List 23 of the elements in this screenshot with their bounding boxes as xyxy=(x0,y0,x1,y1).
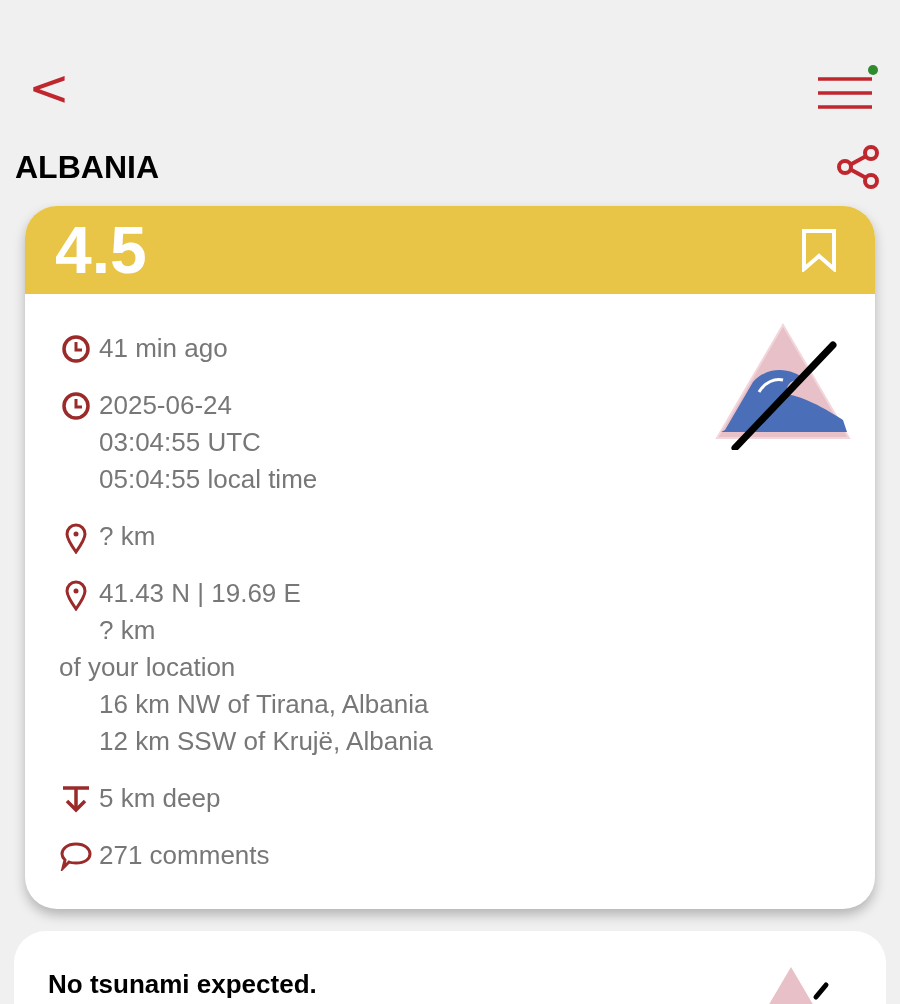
tsunami-message: No tsunami expected. xyxy=(48,969,317,1001)
detail-text: ? km xyxy=(99,520,156,553)
location-pin-icon xyxy=(64,522,88,554)
detail-text: 41 min ago xyxy=(99,332,228,365)
detail-text: 05:04:55 local time xyxy=(99,463,318,496)
detail-text: 03:04:55 UTC xyxy=(99,426,262,459)
location-pin-icon xyxy=(64,579,88,611)
detail-text: 41.43 N | 19.69 E xyxy=(99,577,301,610)
detail-text: 5 km deep xyxy=(99,782,221,815)
magnitude: 4.5 xyxy=(55,212,147,288)
detail-text: 2025-06-24 xyxy=(99,389,233,422)
detail-text: 12 km SSW of Krujë, Albania xyxy=(99,725,433,758)
share-icon[interactable] xyxy=(836,145,880,189)
speech-bubble-icon xyxy=(59,841,93,871)
detail-text: 271 comments xyxy=(99,839,270,872)
detail-text: of your location xyxy=(59,651,236,684)
back-button[interactable]: < xyxy=(28,63,70,113)
clock-icon xyxy=(61,391,91,421)
menu-icon[interactable] xyxy=(818,75,872,111)
clock-icon xyxy=(61,334,91,364)
region-title: ALBANIA xyxy=(15,148,159,186)
detail-text: 16 km NW of Tirana, Albania xyxy=(99,688,430,721)
detail-text: ? km xyxy=(99,614,157,647)
